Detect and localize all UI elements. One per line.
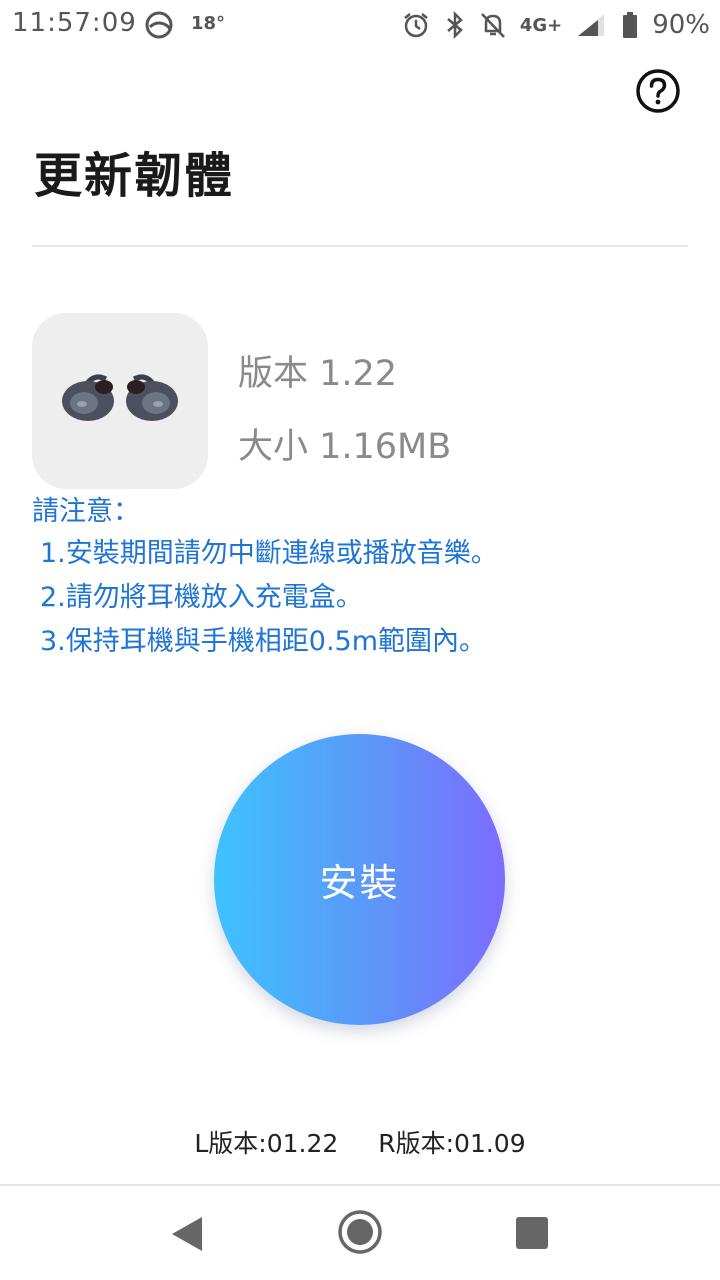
recents-icon[interactable] [516,1217,548,1249]
list-item: 2.請勿將耳機放入充電盒。 [40,582,363,613]
status-icons: 4G+ 90% [402,8,710,42]
status-time: 11:57:09 [12,8,137,38]
earbud-versions: L版本:01.22 R版本:01.09 [0,1124,720,1160]
notifications-off-icon [480,13,505,38]
signal-icon [578,14,605,36]
back-icon[interactable] [168,1214,206,1254]
list-item: 3.保持耳機與手機相距0.5m範圍內。 [40,626,487,657]
install-notes: 請注意： 1.安裝期間請勿中斷連線或播放音樂。 2.請勿將耳機放入充電盒。 3.… [32,492,498,664]
status-temperature: 18° [191,13,226,34]
alarm-icon [404,13,428,38]
home-icon[interactable] [336,1208,384,1256]
earbuds-image [32,313,208,489]
left-earbud-version: L版本:01.22 [194,1129,339,1158]
firmware-version: 版本 1.22 [238,354,398,394]
status-bar: 11:57:09 18° 4G+ 90% [0,0,720,50]
help-icon[interactable] [635,68,681,114]
install-button-label: 安裝 [319,861,400,905]
divider [32,245,688,247]
firmware-size: 大小 1.16MB [238,427,452,467]
notes-title: 請注意： [32,496,140,527]
page-title: 更新韌體 [34,148,235,204]
system-nav-bar [0,1184,720,1280]
install-button[interactable]: 安裝 [214,734,505,1025]
network-type: 4G+ [519,14,563,36]
right-earbud-version: R版本:01.09 [378,1129,526,1158]
battery-percent: 90% [652,10,710,40]
weather-icon [145,11,173,39]
bluetooth-icon [447,11,463,39]
notes-list: 1.安裝期間請勿中斷連線或播放音樂。 2.請勿將耳機放入充電盒。 3.保持耳機與… [40,532,498,664]
battery-icon [623,12,638,38]
list-item: 1.安裝期間請勿中斷連線或播放音樂。 [40,538,498,569]
